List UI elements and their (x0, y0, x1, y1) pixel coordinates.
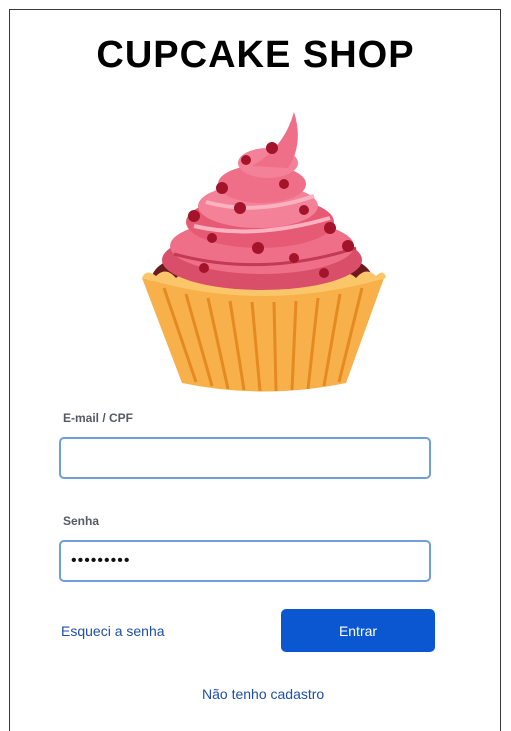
password-field[interactable] (59, 540, 431, 582)
register-link[interactable]: Não tenho cadastro (202, 686, 324, 702)
password-label: Senha (63, 514, 100, 528)
forgot-password-link[interactable]: Esqueci a senha (61, 623, 165, 639)
email-field[interactable] (59, 437, 431, 479)
cupcake-illustration (134, 108, 394, 403)
page-title: CUPCAKE SHOP (96, 34, 415, 76)
email-label: E-mail / CPF (63, 411, 134, 425)
login-button[interactable]: Entrar (281, 609, 435, 652)
